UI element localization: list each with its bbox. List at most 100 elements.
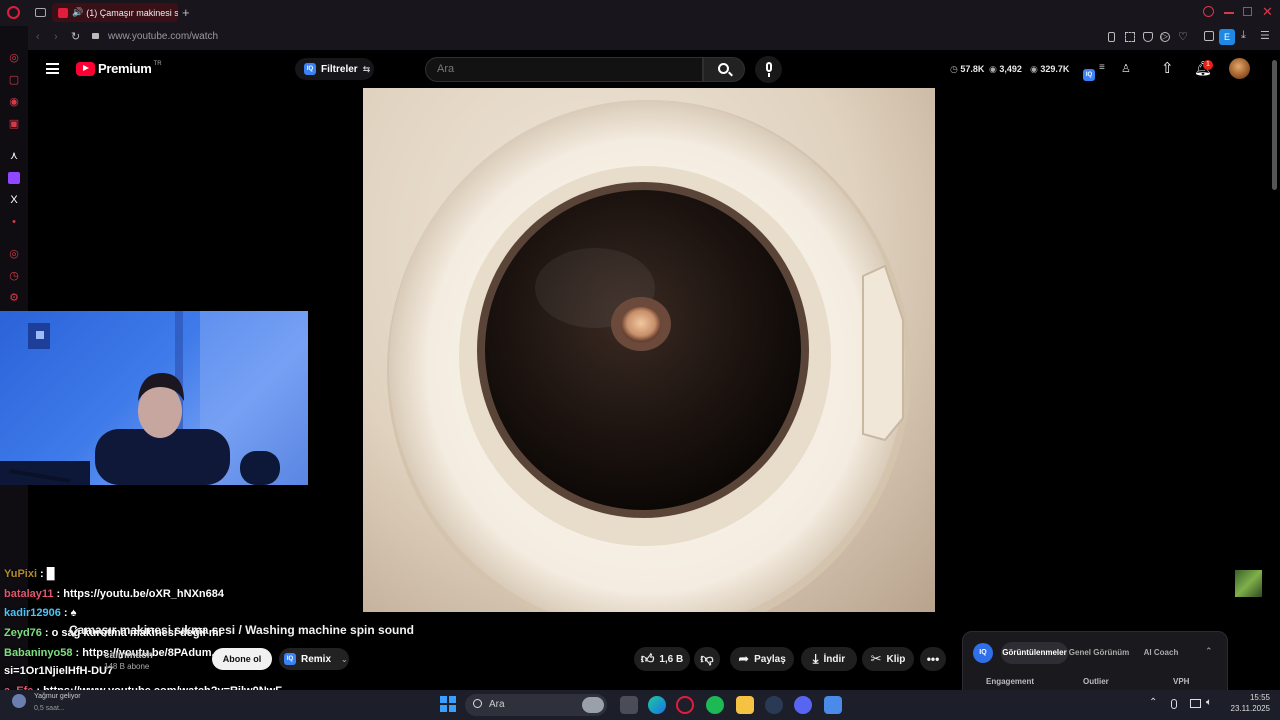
taskbar-search-icon <box>473 699 482 708</box>
tab-title: (1) Çamaşır makinesi s <box>86 7 178 18</box>
chat-username[interactable]: Zeyd76 <box>4 627 42 639</box>
display-tray-icon[interactable] <box>1190 699 1201 708</box>
profile-e-icon[interactable]: E <box>1219 29 1235 45</box>
back-icon[interactable]: ‹ <box>36 31 40 43</box>
easy-setup-icon[interactable]: ☰ <box>1260 29 1270 42</box>
mail-icon[interactable]: ▣ <box>8 118 20 130</box>
browser-tab-bar: 🔊 (1) Çamaşır makinesi s + ✕ <box>0 0 1280 26</box>
maximize-button[interactable] <box>1243 7 1252 16</box>
history-icon[interactable]: ◷ <box>8 270 20 282</box>
messenger-icon[interactable]: ◉ <box>8 96 20 108</box>
scrollbar-thumb[interactable] <box>1272 60 1277 190</box>
x-icon[interactable]: X <box>8 194 20 206</box>
tab-overview[interactable]: Genel Görünüm <box>1068 642 1130 664</box>
aria-icon[interactable]: ◎ <box>8 52 20 64</box>
like-button[interactable]: 👍︎ 1,6 B <box>634 647 690 671</box>
download-icon[interactable]: ⤓ <box>1241 29 1246 42</box>
search-button[interactable] <box>703 57 745 82</box>
tab-active[interactable]: 🔊 (1) Çamaşır makinesi s <box>52 3 178 22</box>
corner-thumbnail[interactable] <box>1235 570 1262 597</box>
youtube-logo[interactable]: Premium TR <box>76 61 162 76</box>
voice-search-button[interactable] <box>755 56 782 83</box>
weather-text[interactable]: Yağmur geliyor <box>34 693 81 700</box>
settings-icon[interactable]: ⚙ <box>8 292 20 304</box>
youtube-play-icon <box>76 61 95 76</box>
tab-ai-coach[interactable]: AI Coach <box>1136 642 1186 664</box>
close-window-button[interactable]: ✕ <box>1262 4 1273 20</box>
url-text[interactable]: www.youtube.com/watch <box>108 31 218 42</box>
filter-button[interactable]: IQ Filtreler ⇆ <box>295 58 374 80</box>
extensions-icon[interactable] <box>1204 31 1214 41</box>
file-explorer-icon[interactable] <box>736 696 754 714</box>
subscriber-count: 148 B abone <box>104 662 150 671</box>
taskbar-clock[interactable]: 15:55 23.11.2025 <box>1226 692 1270 714</box>
remix-label: Remix <box>301 653 332 665</box>
minimize-button[interactable] <box>1224 12 1234 14</box>
tab-manager-icon[interactable] <box>35 8 46 17</box>
clip-button[interactable]: ✂ Klip <box>862 647 914 671</box>
opera-menu-icon[interactable] <box>7 6 20 19</box>
opera-taskbar-icon[interactable] <box>676 696 694 714</box>
player-icon[interactable]: ◎ <box>8 248 20 260</box>
chevron-down-icon: ⌄ <box>341 654 348 664</box>
weather-sub: 0,5 saat... <box>34 705 65 712</box>
search-input[interactable]: Ara <box>425 57 703 82</box>
video-player[interactable] <box>363 88 935 612</box>
volume-tray-icon[interactable]: 🔈︎ <box>1206 697 1212 708</box>
share-icon: ➦ <box>738 651 750 666</box>
reload-icon[interactable]: ↻ <box>71 30 80 43</box>
tab-views[interactable]: Görüntülenmeler <box>1001 642 1068 664</box>
heart-icon[interactable]: ♡ <box>1178 30 1188 43</box>
bag-icon[interactable]: ▢ <box>8 74 20 86</box>
shield-icon[interactable] <box>1143 32 1153 42</box>
share-button[interactable]: ➦ Paylaş <box>730 647 794 671</box>
download-button[interactable]: ⤓ İndir <box>801 647 857 671</box>
scissors-icon: ✂ <box>870 651 882 666</box>
avatar[interactable] <box>1229 58 1250 79</box>
collapse-icon[interactable]: ⌃ <box>1205 646 1213 657</box>
channel-name[interactable]: calmmach <box>104 650 153 661</box>
discord-icon[interactable] <box>794 696 812 714</box>
youtube-sidebar-icon[interactable]: • <box>8 216 20 228</box>
region-code: TR <box>153 60 162 67</box>
mic-tray-icon[interactable] <box>1171 699 1177 709</box>
task-view-icon[interactable] <box>620 696 638 714</box>
dislike-button[interactable]: 👎︎ <box>694 647 720 671</box>
forward-icon[interactable]: › <box>54 31 58 43</box>
play-icon[interactable]: ▷ <box>1161 31 1168 42</box>
iq-logo-icon: IQ <box>304 63 316 75</box>
more-actions-button[interactable]: ••• <box>920 647 946 671</box>
download-arrow-icon: ⤓ <box>812 651 819 666</box>
kick-icon[interactable]: ⋏ <box>8 150 20 162</box>
list-icon[interactable]: ≡ <box>1099 62 1105 73</box>
iq-header-icon[interactable]: IQ <box>1083 63 1100 81</box>
speaker-icon[interactable]: 🔊 <box>72 7 83 18</box>
youtube-favicon-icon <box>58 7 68 18</box>
chat-username[interactable]: batalay11 <box>4 588 54 600</box>
chat-username[interactable]: kadir12906 <box>4 607 61 619</box>
subscribe-button[interactable]: Abone ol <box>212 648 272 670</box>
snapshot-icon[interactable] <box>1125 32 1135 42</box>
remix-button[interactable]: IQ Remix ⌄ <box>279 648 349 670</box>
spotify-icon[interactable] <box>706 696 724 714</box>
chat-username[interactable]: YuPixi <box>4 568 37 580</box>
steam-icon[interactable] <box>765 696 783 714</box>
clip-label: Klip <box>886 653 906 665</box>
chat-username[interactable]: Babaninyo58 <box>4 647 72 659</box>
tray-chevron-icon[interactable]: ⌃ <box>1149 697 1157 708</box>
windows-start-icon[interactable] <box>440 696 456 712</box>
pin-icon[interactable] <box>1108 32 1115 42</box>
award-icon[interactable]: ♙ <box>1121 62 1131 75</box>
chat-text: si=1Or1NjielHfH-DU7 <box>4 665 114 677</box>
twitch-icon[interactable] <box>8 172 20 184</box>
upload-icon[interactable]: ⇧ <box>1161 59 1174 77</box>
edge-icon[interactable] <box>648 696 666 714</box>
weather-icon[interactable] <box>12 694 26 708</box>
search-tabs-icon[interactable] <box>1203 6 1214 17</box>
new-tab-button[interactable]: + <box>182 5 190 20</box>
clock-date: 23.11.2025 <box>1230 704 1270 713</box>
app-icon[interactable] <box>824 696 842 714</box>
menu-icon[interactable] <box>46 63 59 74</box>
chat-message: YuPixi: █ <box>4 568 55 580</box>
chat-text: : https://youtu.be/oXR_hNXn684 <box>56 588 225 600</box>
